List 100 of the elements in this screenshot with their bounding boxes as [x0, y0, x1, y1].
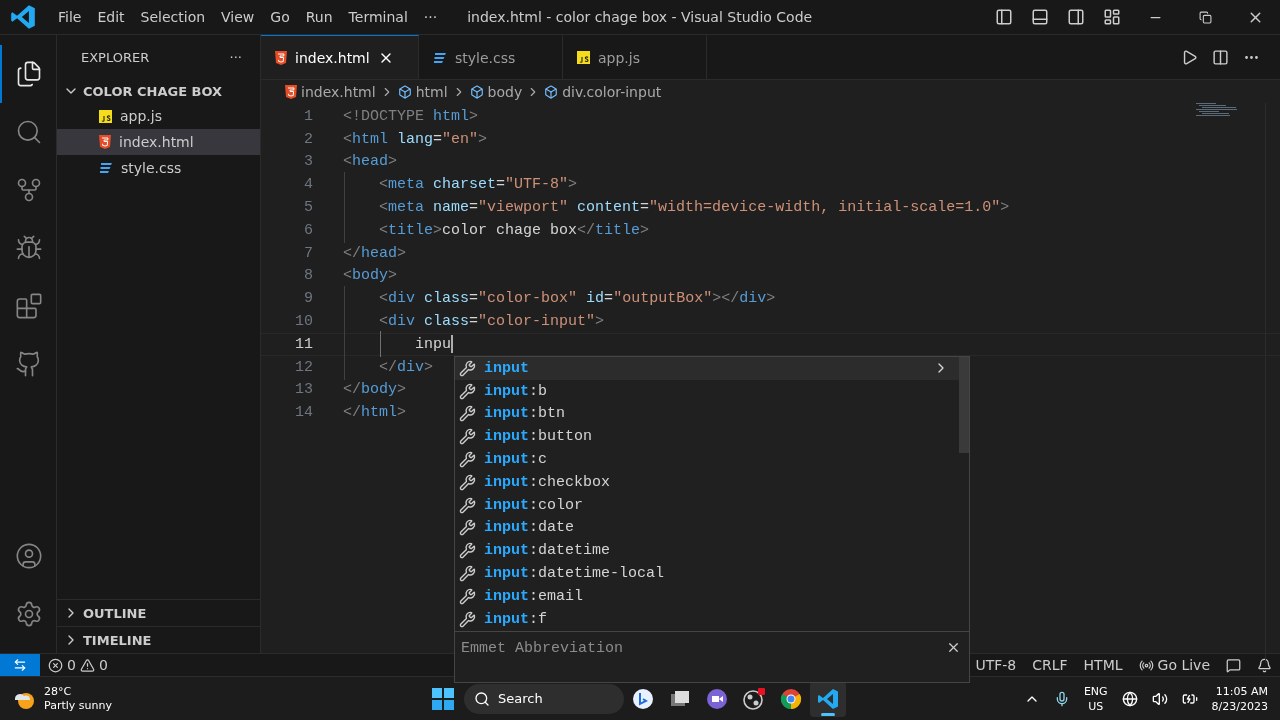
css-file-icon: [433, 51, 447, 64]
menu-item[interactable]: File: [50, 9, 90, 25]
menu-item[interactable]: Terminal: [340, 9, 416, 25]
error-count[interactable]: 0: [67, 657, 76, 673]
wrench-icon: [459, 382, 476, 400]
line-number: 10: [294, 313, 313, 331]
line-number: 9: [303, 290, 313, 308]
volume-icon[interactable]: [1151, 690, 1168, 707]
recorder-icon[interactable]: [742, 686, 766, 711]
bing-icon[interactable]: [632, 687, 654, 710]
wrench-icon: [459, 405, 476, 423]
breadcrumb-item[interactable]: html: [415, 83, 448, 100]
suggestion-item[interactable]: input:btn: [455, 402, 959, 426]
menu-item[interactable]: ···: [415, 9, 446, 25]
explorer-row[interactable]: index.html: [57, 129, 260, 155]
start-icon[interactable]: [432, 687, 454, 710]
wrench-icon: [459, 587, 476, 605]
html-file-icon: [99, 135, 111, 149]
code-editor-icon[interactable]: [817, 687, 839, 710]
explorer-row[interactable]: app.js: [57, 103, 260, 129]
split-editor-icon[interactable]: [1212, 48, 1229, 66]
wrench-icon: [459, 496, 476, 514]
breadcrumb-item[interactable]: body: [487, 83, 523, 100]
text-cursor: [451, 335, 454, 354]
menu-item[interactable]: View: [213, 9, 263, 25]
suggestion-item[interactable]: input:date: [455, 516, 959, 540]
taskbar-search[interactable]: Search: [464, 683, 624, 714]
suggestion-item[interactable]: input:datetime-local: [455, 562, 959, 585]
suggestion-item[interactable]: input:b: [455, 379, 959, 403]
scrollbar-thumb[interactable]: [959, 357, 969, 453]
suggestion-item[interactable]: input:color: [455, 493, 959, 517]
wrench-icon: [459, 473, 476, 491]
clock[interactable]: 11:05 AM 8/23/2023: [1211, 683, 1268, 714]
wrench-icon: [459, 451, 476, 469]
sidebar-title: EXPLORER: [81, 49, 150, 65]
code-line: <head>: [343, 153, 398, 171]
section-title[interactable]: TIMELINE: [83, 632, 152, 648]
browser-icon[interactable]: [780, 687, 802, 710]
status-item[interactable]: HTML: [1075, 657, 1131, 673]
code-line: </html>: [343, 404, 407, 422]
section-title[interactable]: OUTLINE: [83, 605, 147, 621]
suggestion-item[interactable]: input:button: [455, 425, 959, 449]
line-number: 14: [294, 404, 313, 422]
folder-name[interactable]: COLOR CHAGE BOX: [83, 83, 223, 99]
line-number: 2: [303, 130, 313, 148]
wrench-icon: [459, 359, 476, 377]
line-number: 11: [294, 335, 313, 353]
cube-icon: [397, 84, 412, 99]
cube-icon: [469, 84, 484, 99]
line-number: 7: [303, 244, 313, 262]
suggestion-detail: Emmet Abbreviation: [461, 639, 624, 657]
js-file-icon: [577, 51, 590, 64]
window-title: index.html - color chage box - Visual Studio Code: [466, 9, 814, 25]
code-line: <body>: [343, 267, 398, 285]
code-line: </body>: [343, 381, 407, 399]
temperature: 28°C: [44, 684, 73, 699]
bell-icon[interactable]: [1257, 657, 1272, 673]
html-file-icon: [275, 50, 287, 65]
breadcrumb-item[interactable]: div.color-input: [562, 83, 662, 100]
warning-icon: [79, 657, 95, 673]
language-indicator[interactable]: ENG US: [1083, 683, 1108, 714]
weather-text: Partly sunny: [44, 698, 112, 713]
line-number: 1: [303, 107, 313, 125]
feedback-icon[interactable]: [1226, 657, 1241, 673]
editor-tab[interactable]: index.html: [261, 35, 419, 79]
more-actions[interactable]: ···: [229, 49, 242, 65]
breadcrumb-item[interactable]: index.html: [301, 83, 376, 100]
video-chat-icon[interactable]: [706, 687, 728, 710]
wrench-icon: [459, 428, 476, 446]
suggestion-item[interactable]: input:email: [455, 584, 959, 608]
menu-item[interactable]: Selection: [132, 9, 214, 25]
suggestion-item[interactable]: input:f: [455, 607, 959, 631]
line-number: 5: [303, 199, 313, 217]
explorer-row[interactable]: style.css: [57, 155, 260, 181]
line-number: 12: [294, 358, 313, 376]
line-number: 3: [303, 153, 313, 171]
remote-button[interactable]: [0, 654, 40, 676]
remote-icon: [13, 658, 27, 672]
menu-item[interactable]: Go: [262, 9, 298, 25]
network-icon[interactable]: [1121, 690, 1138, 707]
warning-count[interactable]: 0: [98, 657, 108, 673]
run-icon[interactable]: [1181, 48, 1198, 66]
suggestion-item[interactable]: input:checkbox: [455, 471, 959, 494]
status-item[interactable]: UTF-8: [967, 657, 1025, 673]
go-live-button[interactable]: Go Live: [1157, 657, 1210, 673]
status-item[interactable]: CRLF: [1024, 657, 1076, 673]
line-number: 13: [294, 381, 313, 399]
suggestion-item[interactable]: input:datetime: [455, 539, 959, 563]
line-number: 4: [303, 176, 313, 194]
wrench-icon: [459, 542, 476, 560]
line-number: 8: [303, 267, 313, 285]
menu-item[interactable]: Edit: [89, 9, 133, 25]
suggestion-item[interactable]: input:c: [455, 448, 959, 471]
wrench-icon: [459, 565, 476, 583]
menu-item[interactable]: Run: [297, 9, 341, 25]
suggestion-item[interactable]: input: [455, 357, 959, 380]
search-icon: [474, 690, 490, 707]
app-logo: [10, 4, 36, 30]
code-line: </head>: [343, 244, 407, 262]
line-number: 6: [303, 221, 313, 239]
